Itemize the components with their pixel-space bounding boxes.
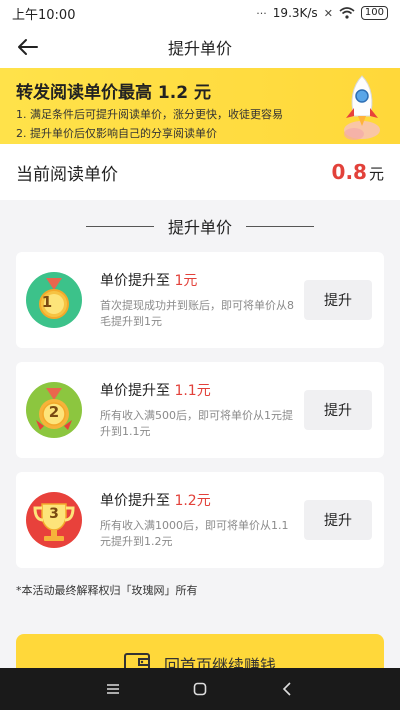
- section-title: 提升单价: [167, 218, 232, 237]
- current-price-number: 0.8: [331, 160, 367, 184]
- banner-rule-1: 1. 满足条件后可提升阅读单价，涨分更快，收徒更容易: [16, 108, 283, 121]
- page-title: 提升单价: [167, 39, 232, 58]
- level-description: 所有收入满1000后，即可将单价从1.1元提升到1.2元: [100, 519, 289, 548]
- upgrade-button-3[interactable]: 提升: [304, 500, 372, 540]
- level-card-2: 2 单价提升至 1.1元 所有收入满500后，即可将单价从1元提升到1.1元 提…: [16, 362, 384, 458]
- wifi-icon: [339, 7, 355, 19]
- upgrade-button-2[interactable]: 提升: [304, 390, 372, 430]
- recent-apps-button[interactable]: [93, 674, 133, 704]
- current-price-value: 0.8 元: [332, 160, 384, 184]
- disclaimer-note: *本活动最终解释权归「玫瑰网」所有: [16, 584, 198, 597]
- net-speed: 19.3K/s: [272, 6, 318, 20]
- arrow-left-icon: [18, 39, 38, 55]
- banner-title-value: 1.2: [157, 83, 189, 103]
- menu-lines-icon: [107, 684, 120, 694]
- level-description: 首次提现成功并到账后，即可将单价从8毛提升到1元: [100, 299, 294, 328]
- medal-number: 2: [48, 403, 60, 421]
- trophy-number: 3: [49, 506, 59, 522]
- level-heading: 单价提升至 1.2元: [100, 490, 211, 510]
- level-unit: 元: [183, 273, 198, 289]
- current-price-row: 当前阅读单价 0.8 元: [0, 144, 400, 200]
- banner-title-prefix: 转发阅读单价最高: [16, 83, 152, 103]
- medal-number: 1: [41, 293, 53, 311]
- home-button[interactable]: [180, 674, 220, 704]
- current-price-label: 当前阅读单价: [16, 164, 118, 185]
- banner-title-unit: 元: [193, 83, 211, 103]
- section-header: 提升单价: [0, 212, 400, 240]
- current-price-unit: 元: [368, 165, 384, 183]
- mute-icon: ✕: [323, 6, 333, 20]
- level-unit: 元: [196, 493, 211, 509]
- more-dots-icon: ···: [256, 6, 267, 20]
- upgrade-button-1[interactable]: 提升: [304, 280, 372, 320]
- level-heading-prefix: 单价提升至: [100, 273, 170, 289]
- chevron-left-icon: [282, 682, 291, 696]
- banner-title: 转发阅读单价最高 1.2 元: [16, 78, 384, 103]
- level-description: 所有收入满500后，即可将单价从1元提升到1.1元: [100, 409, 293, 438]
- battery-indicator: 100: [360, 6, 388, 20]
- level-unit: 元: [196, 383, 211, 399]
- divider-left: [85, 225, 154, 227]
- home-square-icon: [193, 682, 207, 696]
- system-back-button[interactable]: [267, 674, 307, 704]
- banner-rule-2: 2. 提升单价后仅影响自己的分享阅读单价: [16, 127, 217, 140]
- level-heading-prefix: 单价提升至: [100, 383, 170, 399]
- level-amount: 1.1: [174, 383, 197, 399]
- nav-bar: 提升单价: [0, 26, 400, 68]
- level-amount: 1.2: [174, 493, 197, 509]
- medal-icon: [26, 272, 82, 328]
- level-card-1: 1 单价提升至 1元 首次提现成功并到账后，即可将单价从8毛提升到1元 提升: [16, 252, 384, 348]
- status-time: 上午10:00: [12, 7, 76, 23]
- level-heading: 单价提升至 1.1元: [100, 380, 211, 400]
- level-card-3: 3 单价提升至 1.2元 所有收入满1000后，即可将单价从1.1元提升到1.2…: [16, 472, 384, 568]
- level-heading-prefix: 单价提升至: [100, 493, 170, 509]
- level-heading: 单价提升至 1元: [100, 270, 197, 290]
- promo-banner: 转发阅读单价最高 1.2 元 1. 满足条件后可提升阅读单价，涨分更快，收徒更容…: [0, 68, 400, 144]
- back-button[interactable]: [14, 34, 40, 60]
- rocket-icon: [344, 75, 380, 140]
- status-bar: 上午10:00 ··· 19.3K/s ✕ 100: [0, 0, 400, 26]
- system-nav-bar: [0, 668, 400, 710]
- divider-right: [246, 225, 314, 227]
- status-icons: ··· 19.3K/s ✕ 100: [256, 6, 388, 20]
